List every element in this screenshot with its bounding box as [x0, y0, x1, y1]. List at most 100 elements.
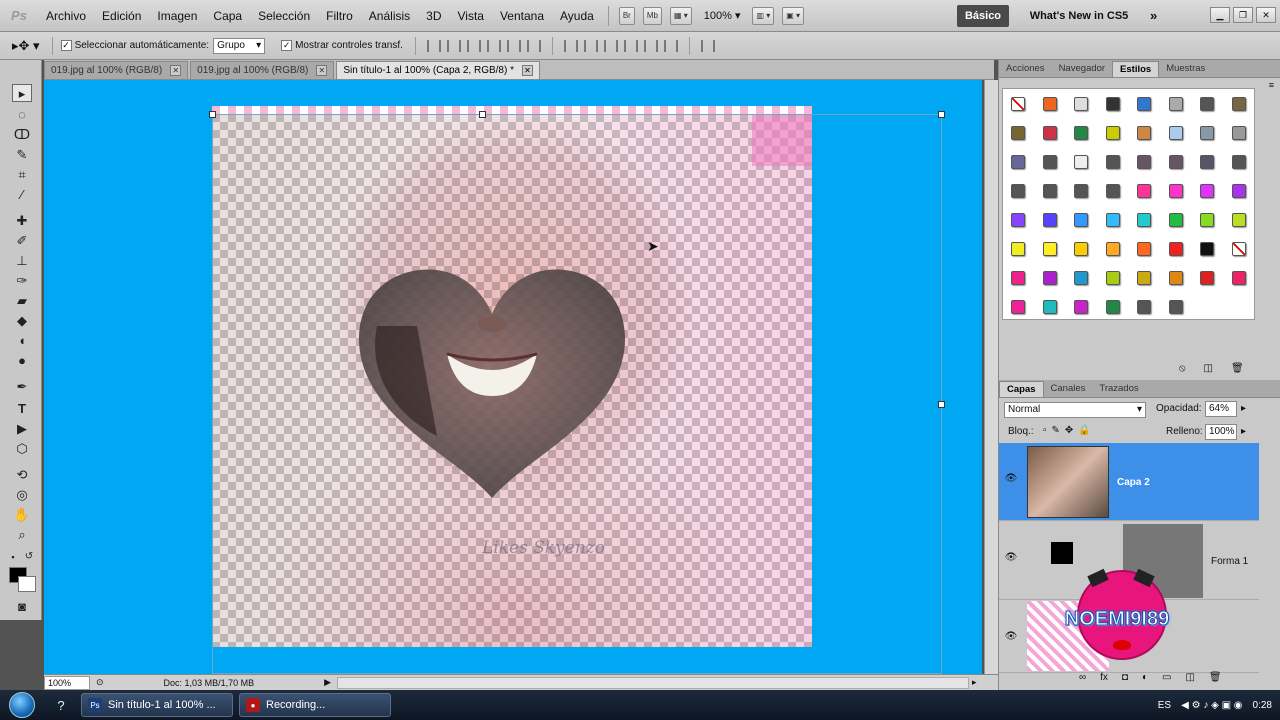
style-swatch[interactable]	[1105, 271, 1120, 285]
style-swatch[interactable]	[1137, 184, 1151, 198]
distribute-right-icon[interactable]	[663, 39, 678, 52]
tab-document-3[interactable]: Sin título-1 al 100% (Capa 2, RGB/8) * ✕	[336, 61, 540, 79]
screen-mode-button[interactable]: ▣ ▾	[782, 6, 805, 25]
blend-mode-select[interactable]: Normal ▾	[1004, 402, 1146, 418]
move-tool-preset-icon[interactable]: ▸✥ ▾	[12, 38, 40, 54]
style-swatch[interactable]	[1074, 242, 1088, 256]
canvas-horizontal-scrollbar[interactable]	[337, 676, 970, 689]
clock[interactable]: 0:28	[1253, 700, 1272, 711]
style-swatch[interactable]	[1011, 97, 1025, 111]
style-swatch[interactable]	[1200, 155, 1214, 169]
auto-select-dropdown[interactable]: Grupo ▾	[213, 37, 266, 54]
style-swatch[interactable]	[1137, 271, 1151, 285]
style-swatch[interactable]	[1011, 126, 1025, 140]
style-swatch[interactable]	[1011, 155, 1025, 169]
eye-icon[interactable]: 👁	[1003, 473, 1019, 487]
style-swatch[interactable]	[1168, 155, 1183, 169]
layer-mask-icon[interactable]: ◘	[1122, 672, 1128, 683]
taskbar-photoshop[interactable]: Ps Sin título-1 al 100% ...	[81, 693, 233, 717]
style-swatch[interactable]	[1200, 97, 1214, 111]
dodge-tool-icon[interactable]: ●	[12, 352, 32, 370]
menu-ventana[interactable]: Ventana	[492, 9, 552, 23]
style-swatch[interactable]	[1168, 271, 1183, 285]
adjustment-layer-icon[interactable]: ◐	[1142, 672, 1148, 683]
arrange-documents-button[interactable]: ▥ ▾	[752, 6, 775, 25]
fill-arrow-icon[interactable]: ▸	[1241, 426, 1246, 437]
style-swatch[interactable]	[1074, 271, 1088, 285]
style-swatch[interactable]	[1105, 155, 1120, 169]
tab-canales[interactable]: Canales	[1044, 381, 1093, 397]
style-swatch[interactable]	[1137, 300, 1151, 314]
style-swatch[interactable]	[1011, 184, 1025, 198]
extras-button[interactable]: ▦ ▾	[669, 6, 692, 25]
healing-brush-tool-icon[interactable]: ✚	[12, 212, 32, 230]
zoom-tool-icon[interactable]: ⌕	[12, 526, 32, 544]
style-swatch[interactable]	[1105, 184, 1120, 198]
style-swatch[interactable]	[1168, 242, 1183, 256]
align-right-icon[interactable]	[526, 39, 541, 52]
status-arrow-icon[interactable]: ▶	[324, 677, 331, 688]
tray-icons[interactable]: ◀ ⚙ ♪ ◈ ▣ ◉	[1181, 700, 1242, 711]
status-info-icon[interactable]: ⊙	[96, 677, 104, 688]
hand-tool-icon[interactable]: ✋	[12, 506, 32, 524]
transform-handle[interactable]	[938, 401, 945, 408]
align-hcenter-icon[interactable]	[506, 39, 521, 52]
style-swatch[interactable]	[1137, 155, 1151, 169]
new-style-icon[interactable]: ◫	[1204, 363, 1213, 374]
maximize-button[interactable]: ❐	[1233, 7, 1253, 23]
new-layer-icon[interactable]: ◫	[1185, 672, 1194, 683]
menu-filtro[interactable]: Filtro	[318, 9, 361, 23]
menu-analisis[interactable]: Análisis	[361, 9, 418, 23]
style-swatch[interactable]	[1042, 242, 1057, 256]
style-swatch[interactable]	[1168, 213, 1183, 227]
style-swatch[interactable]	[1231, 242, 1246, 256]
align-vcenter-icon[interactable]	[446, 39, 461, 52]
canvas-area[interactable]: Likes Skyenzo ➤	[44, 80, 982, 674]
style-swatch[interactable]	[1042, 126, 1057, 140]
distribute-bottom-icon[interactable]	[603, 39, 618, 52]
type-tool-icon[interactable]: T	[12, 400, 32, 418]
lasso-tool-icon[interactable]: ↀ	[12, 126, 32, 144]
align-bottom-icon[interactable]	[466, 39, 481, 52]
tab-document-2[interactable]: 019.jpg al 100% (RGB/8) ✕	[190, 61, 335, 79]
style-swatch[interactable]	[1011, 213, 1025, 227]
style-swatch[interactable]	[1105, 213, 1120, 227]
style-swatch[interactable]	[1200, 271, 1214, 285]
style-swatch[interactable]	[1042, 213, 1057, 227]
style-swatch[interactable]	[1231, 155, 1246, 169]
clone-stamp-tool-icon[interactable]: ⊥	[12, 252, 32, 270]
eraser-tool-icon[interactable]: ▰	[12, 292, 32, 310]
style-swatch[interactable]	[1011, 271, 1025, 285]
new-group-icon[interactable]: ▭	[1162, 672, 1171, 683]
transform-handle[interactable]	[938, 111, 945, 118]
style-swatch[interactable]	[1074, 126, 1088, 140]
3d-rotate-tool-icon[interactable]: ⟲	[12, 466, 32, 484]
menu-edicion[interactable]: Edición	[94, 9, 149, 23]
move-tool-icon[interactable]: ▸	[12, 84, 32, 102]
align-top-icon[interactable]	[426, 39, 441, 52]
start-button[interactable]	[0, 690, 44, 720]
style-swatch[interactable]	[1074, 184, 1088, 198]
close-icon[interactable]: ✕	[521, 65, 533, 76]
taskbar-recording[interactable]: ● Recording...	[239, 693, 391, 717]
brush-tool-icon[interactable]: ✐	[12, 232, 32, 250]
link-layers-icon[interactable]: ∞	[1079, 672, 1086, 683]
distribute-left-icon[interactable]	[623, 39, 638, 52]
style-swatch[interactable]	[1231, 97, 1246, 111]
path-select-tool-icon[interactable]: ▶	[12, 420, 32, 438]
style-swatch[interactable]	[1137, 97, 1151, 111]
quick-mask-icon[interactable]: ◙	[12, 598, 32, 616]
eye-icon[interactable]: 👁	[1003, 552, 1019, 566]
auto-align-layers-icon[interactable]	[700, 39, 715, 52]
style-swatch[interactable]	[1137, 242, 1151, 256]
style-swatch[interactable]	[1168, 300, 1183, 314]
menu-archivo[interactable]: Archivo	[38, 9, 94, 23]
panel-menu-icon[interactable]: ≡	[1269, 80, 1274, 90]
zoom-level-select[interactable]: 100% ▾	[704, 9, 741, 22]
style-swatch[interactable]	[1231, 126, 1246, 140]
style-swatch[interactable]	[1011, 242, 1025, 256]
style-swatch[interactable]	[1042, 271, 1057, 285]
tab-muestras[interactable]: Muestras	[1159, 61, 1212, 77]
close-icon[interactable]: ✕	[316, 65, 328, 76]
layer-style-icon[interactable]: fx	[1100, 672, 1108, 683]
